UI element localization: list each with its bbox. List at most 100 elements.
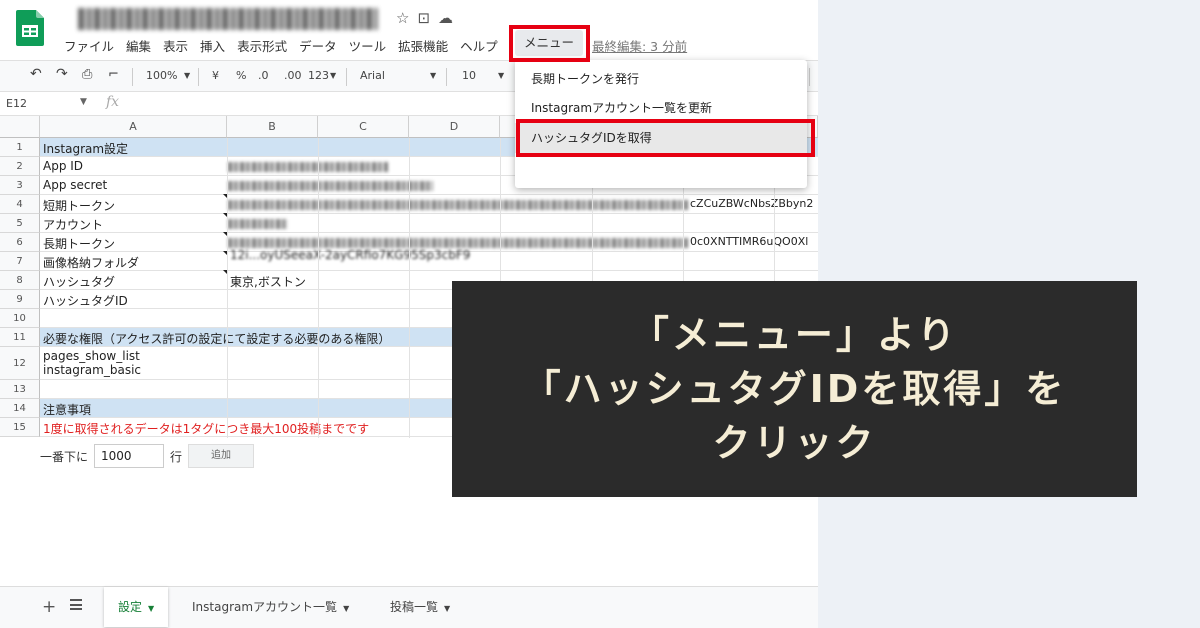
add-rows-input[interactable]: 1000 bbox=[94, 444, 165, 468]
row-header[interactable]: 5 bbox=[0, 214, 40, 233]
undo-icon[interactable]: ↶ bbox=[30, 66, 42, 82]
redacted-value bbox=[228, 219, 288, 229]
screenshot-stage: ☆⊡☁ ファイル 編集 表示 挿入 表示形式 データ ツール 拡張機能 ヘルプ … bbox=[0, 0, 1200, 628]
chevron-down-icon[interactable]: ▼ bbox=[343, 604, 349, 613]
token-overflow-text: 0c0XNTTIMR6uQO0Xl bbox=[690, 235, 809, 248]
redo-icon[interactable]: ↷ bbox=[56, 66, 68, 82]
highlight-box-menu-item bbox=[516, 119, 815, 157]
highlight-box-menu bbox=[509, 25, 590, 62]
row-header[interactable]: 1 bbox=[0, 138, 40, 157]
table-row[interactable]: 短期トークン cZCuZBWcNbsZBbyn2 bbox=[40, 194, 818, 214]
cell-a[interactable]: 画像格納フォルダ bbox=[43, 254, 139, 271]
row-header[interactable]: 3 bbox=[0, 176, 40, 195]
tab-posts[interactable]: 投稿一覧 ▼ bbox=[376, 587, 464, 627]
row-header[interactable]: 2 bbox=[0, 157, 40, 176]
row-header[interactable]: 9 bbox=[0, 290, 40, 309]
decrease-decimal-button[interactable]: .0 bbox=[258, 69, 269, 82]
number-format-button[interactable]: 123 bbox=[308, 69, 329, 82]
cell-b[interactable]: 12i...oyUSeeaX-2ayCRfio7KG95Sp3cbF9 bbox=[230, 248, 470, 262]
column-header-b[interactable]: B bbox=[227, 116, 318, 138]
cell-a[interactable]: App ID bbox=[43, 159, 83, 173]
cell-b[interactable]: 東京,ボストン bbox=[230, 273, 306, 290]
column-header-c[interactable]: C bbox=[318, 116, 409, 138]
document-title[interactable] bbox=[78, 8, 378, 30]
column-gridline bbox=[318, 138, 319, 438]
add-sheet-icon[interactable]: + bbox=[42, 597, 56, 617]
table-row[interactable]: 画像格納フォルダ 12i...oyUSeeaX-2ayCRfio7KG95Sp3c… bbox=[40, 248, 818, 271]
name-box[interactable]: E12 bbox=[6, 97, 27, 110]
table-row[interactable]: アカウント bbox=[40, 213, 818, 233]
cell-a[interactable]: 長期トークン bbox=[43, 235, 115, 252]
menu-tools[interactable]: ツール bbox=[349, 36, 387, 55]
chevron-down-icon[interactable]: ▼ bbox=[430, 71, 436, 80]
instruction-line-1: 「メニュー」より bbox=[630, 313, 959, 357]
chevron-down-icon[interactable]: ▼ bbox=[184, 71, 190, 80]
cell-a[interactable]: 短期トークン bbox=[43, 197, 115, 214]
cloud-status-icon[interactable]: ☁ bbox=[438, 9, 461, 27]
cell-a[interactable]: Instagram設定 bbox=[43, 140, 128, 157]
last-edit-link[interactable]: 最終編集: 3 分前 bbox=[592, 36, 687, 55]
star-icon[interactable]: ☆ bbox=[396, 9, 417, 27]
menu-help[interactable]: ヘルプ bbox=[460, 36, 498, 55]
percent-button[interactable]: % bbox=[236, 69, 246, 82]
sheets-logo-icon[interactable] bbox=[16, 10, 46, 46]
cell-a[interactable]: pages_show_list bbox=[43, 349, 140, 363]
redacted-value bbox=[228, 181, 433, 191]
row-header[interactable]: 7 bbox=[0, 252, 40, 271]
chevron-down-icon[interactable]: ▼ bbox=[498, 71, 504, 80]
tab-instagram-accounts[interactable]: Instagramアカウント一覧 ▼ bbox=[178, 587, 363, 627]
column-gridline bbox=[227, 138, 228, 438]
column-header-d[interactable]: D bbox=[409, 116, 500, 138]
cell-a-line2: instagram_basic bbox=[43, 363, 141, 377]
row-header[interactable]: 4 bbox=[0, 195, 40, 214]
menu-format[interactable]: 表示形式 bbox=[237, 36, 287, 55]
corner-header[interactable] bbox=[0, 116, 40, 138]
row-header[interactable]: 6 bbox=[0, 233, 40, 252]
cell-a[interactable]: 1度に取得されるデータは1タグにつき最大100投稿までです bbox=[43, 420, 369, 437]
row-header[interactable]: 13 bbox=[0, 380, 40, 399]
cell-a[interactable]: 必要な権限（アクセス許可の設定にて設定する必要のある権限） bbox=[43, 330, 390, 347]
cell-a[interactable]: App secret bbox=[43, 178, 107, 192]
font-size-select[interactable]: 10 bbox=[462, 69, 476, 82]
redacted-value bbox=[228, 162, 388, 172]
fx-icon: fx bbox=[106, 94, 120, 110]
row-header[interactable]: 14 bbox=[0, 399, 40, 418]
menu-insert[interactable]: 挿入 bbox=[200, 36, 225, 55]
add-rows-unit: 行 bbox=[170, 449, 183, 464]
print-icon[interactable]: ⎙ bbox=[82, 67, 92, 82]
tab-settings[interactable]: 設定 ▼ bbox=[104, 587, 169, 627]
row-header[interactable]: 10 bbox=[0, 309, 40, 328]
chevron-down-icon[interactable]: ▼ bbox=[330, 71, 336, 80]
row-header[interactable]: 8 bbox=[0, 271, 40, 290]
instruction-line-3: クリック bbox=[712, 421, 877, 465]
sheet-tab-bar: + 設定 ▼ Instagramアカウント一覧 ▼ 投稿一覧 ▼ bbox=[0, 586, 818, 628]
column-header-a[interactable]: A bbox=[40, 116, 227, 138]
menu-data[interactable]: データ bbox=[299, 36, 337, 55]
cell-a[interactable]: ハッシュタグ bbox=[43, 273, 115, 290]
row-header[interactable]: 15 bbox=[0, 418, 40, 437]
move-folder-icon[interactable]: ⊡ bbox=[417, 9, 438, 27]
add-rows-button[interactable]: 追加 bbox=[188, 444, 255, 468]
chevron-down-icon[interactable]: ▼ bbox=[80, 97, 87, 107]
cell-a[interactable]: アカウント bbox=[43, 216, 103, 233]
row-header[interactable]: 11 bbox=[0, 328, 40, 347]
paint-format-icon[interactable]: ⌐ bbox=[108, 67, 119, 82]
redacted-value bbox=[228, 200, 688, 210]
menu-view[interactable]: 表示 bbox=[163, 36, 188, 55]
increase-decimal-button[interactable]: .00 bbox=[284, 69, 302, 82]
menu-file[interactable]: ファイル bbox=[64, 36, 114, 55]
zoom-select[interactable]: 100% bbox=[146, 69, 177, 82]
menu-edit[interactable]: 編集 bbox=[126, 36, 151, 55]
menu-extensions[interactable]: 拡張機能 bbox=[398, 36, 448, 55]
menu-item-issue-long-token[interactable]: 長期トークンを発行 bbox=[515, 64, 807, 94]
all-sheets-icon[interactable] bbox=[70, 599, 82, 610]
chevron-down-icon[interactable]: ▼ bbox=[444, 604, 450, 613]
cell-a[interactable]: 注意事項 bbox=[43, 401, 91, 418]
add-rows-label: 一番下に bbox=[40, 449, 89, 464]
row-header[interactable]: 12 bbox=[0, 347, 40, 380]
menu-bar: ファイル 編集 表示 挿入 表示形式 データ ツール 拡張機能 ヘルプ bbox=[64, 36, 510, 55]
font-select[interactable]: Arial bbox=[360, 69, 385, 82]
cell-a[interactable]: ハッシュタグID bbox=[43, 292, 128, 309]
chevron-down-icon[interactable]: ▼ bbox=[148, 604, 154, 613]
currency-button[interactable]: ¥ bbox=[212, 69, 219, 82]
